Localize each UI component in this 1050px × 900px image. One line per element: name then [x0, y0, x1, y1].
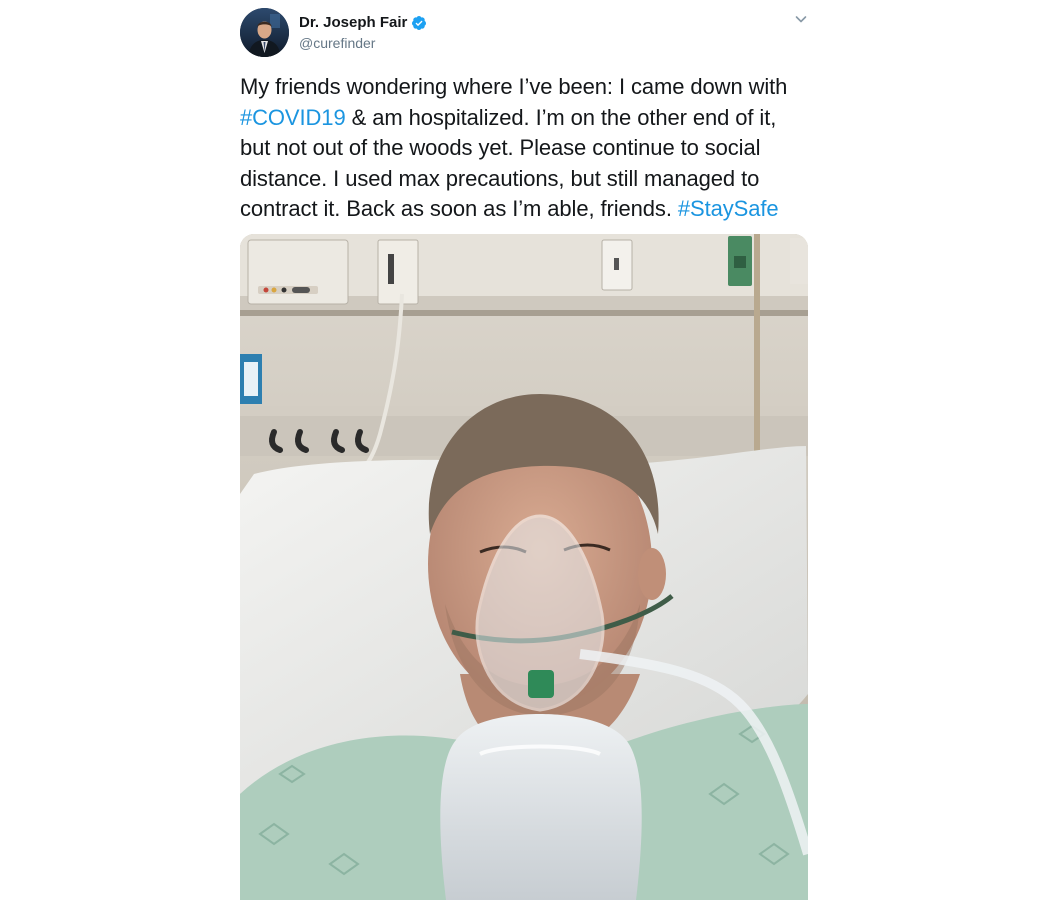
avatar[interactable]: [240, 8, 289, 57]
verified-badge-icon: [411, 15, 427, 31]
tweet-text: My friends wondering where I’ve been: I …: [240, 72, 810, 225]
tweet-photo[interactable]: [240, 234, 808, 900]
handle[interactable]: @curefinder: [299, 35, 375, 51]
tweet-text-segment: & am hospitalized. I’m on the other end …: [345, 104, 777, 130]
hospital-selfie-illustration: [240, 234, 808, 900]
display-name[interactable]: Dr. Joseph Fair: [299, 14, 407, 31]
tweet-line: contract it. Back as soon as I’m able, f…: [240, 194, 810, 225]
tweet-line: but not out of the woods yet. Please con…: [240, 133, 810, 164]
tweet: Dr. Joseph Fair @curefinder My friends w…: [240, 0, 808, 900]
tweet-header: Dr. Joseph Fair @curefinder: [240, 8, 808, 60]
tweet-line: distance. I used max precautions, but st…: [240, 164, 810, 195]
name-row: Dr. Joseph Fair: [299, 14, 427, 31]
hashtag-staysafe[interactable]: #StaySafe: [678, 196, 779, 221]
hashtag-covid19[interactable]: #COVID19: [240, 105, 346, 130]
tweet-text-segment: contract it. Back as soon as I’m able, f…: [240, 196, 672, 221]
tweet-line: My friends wondering where I’ve been: I …: [240, 72, 810, 103]
tweet-text-segment: distance. I used max precautions, but st…: [240, 165, 760, 191]
tweet-text-segment: but not out of the woods yet. Please con…: [240, 135, 761, 160]
chevron-down-icon[interactable]: [794, 12, 808, 26]
tweet-line: #COVID19 & am hospitalized. I’m on the o…: [240, 103, 810, 134]
tweet-text-segment: My friends wondering where I’ve been: I …: [240, 74, 788, 99]
